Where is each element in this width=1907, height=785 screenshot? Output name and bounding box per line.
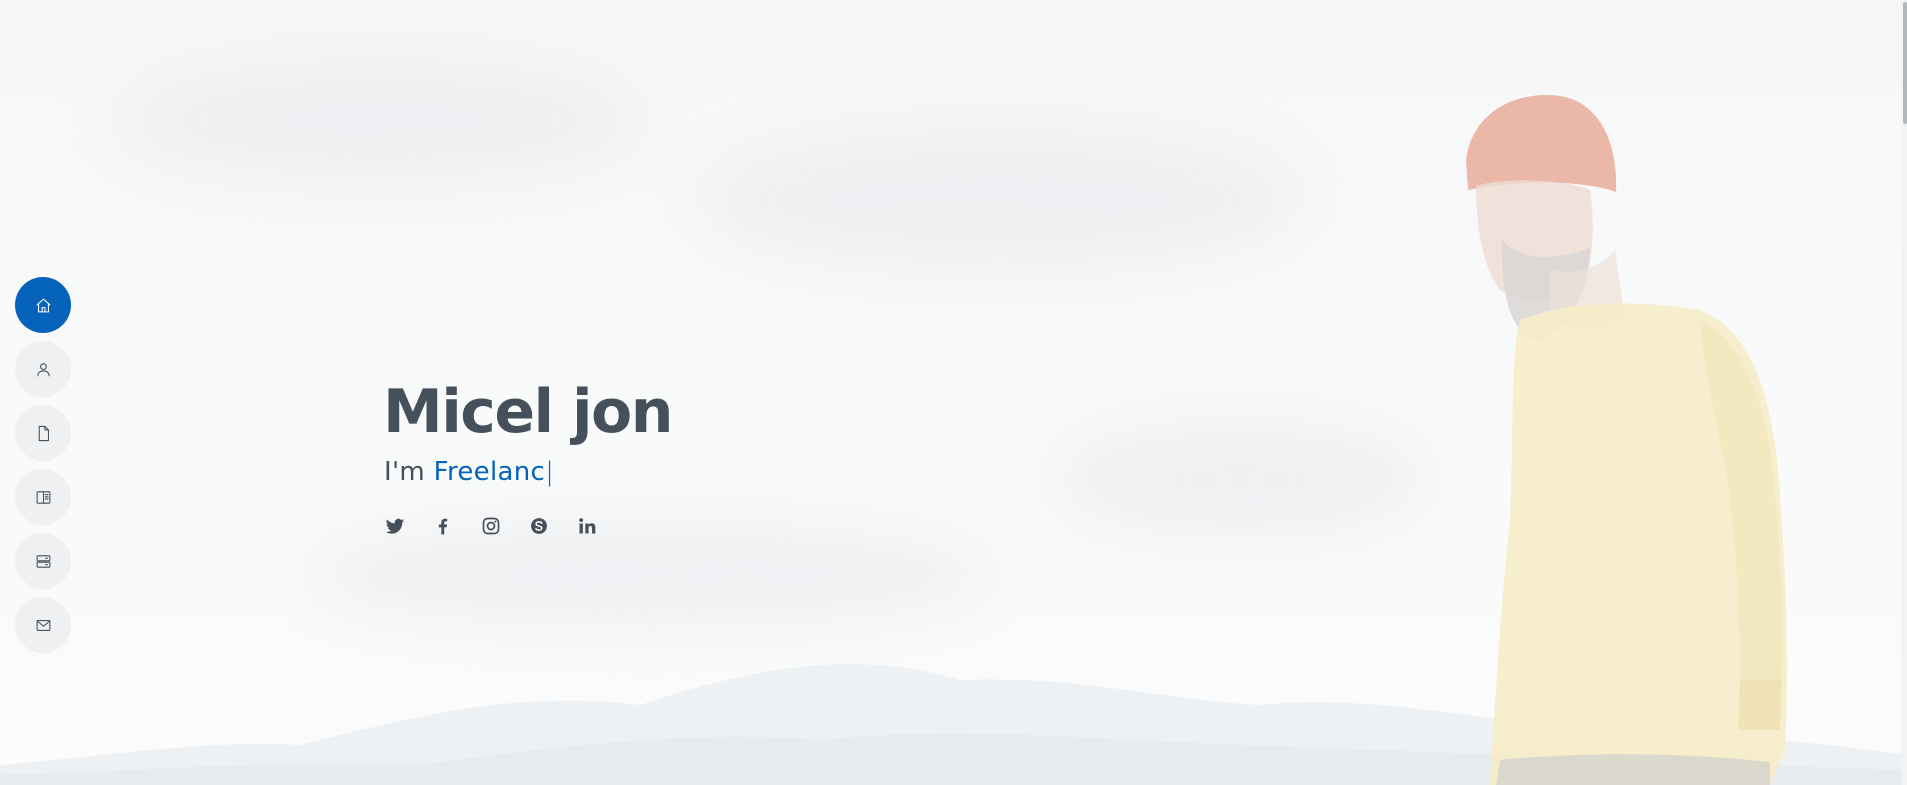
- typed-role-text: Freelanc: [433, 457, 546, 487]
- home-icon: [36, 298, 50, 312]
- facebook-link[interactable]: [431, 514, 455, 538]
- instagram-icon: [482, 517, 500, 535]
- hero-name: Micel jon: [383, 377, 674, 447]
- side-nav: [15, 277, 71, 661]
- nav-resume-button[interactable]: [15, 405, 71, 461]
- hero-content: Micel jon I'm Freelanc|: [383, 375, 674, 538]
- skype-icon: [531, 518, 547, 534]
- background-cloud: [1050, 420, 1430, 540]
- hero-tagline: I'm Freelanc|: [384, 455, 672, 489]
- user-icon: [36, 362, 50, 376]
- skype-link[interactable]: [527, 514, 551, 538]
- tagline-prefix: I'm: [384, 457, 434, 487]
- book-icon: [36, 490, 50, 504]
- background-cloud: [700, 130, 1300, 270]
- nav-services-button[interactable]: [15, 533, 71, 589]
- linkedin-link[interactable]: [575, 514, 599, 538]
- file-icon: [38, 425, 49, 441]
- nav-portfolio-button[interactable]: [15, 469, 71, 525]
- scrollbar-thumb[interactable]: [1903, 2, 1907, 124]
- page-scrollbar[interactable]: [1901, 0, 1907, 785]
- nav-contact-button[interactable]: [15, 597, 71, 653]
- background-person-image: [1466, 94, 1788, 785]
- envelope-icon: [36, 619, 50, 631]
- server-icon: [36, 554, 50, 568]
- twitter-link[interactable]: [383, 514, 407, 538]
- social-links: [383, 514, 672, 538]
- linkedin-icon: [579, 518, 596, 534]
- nav-about-button[interactable]: [15, 341, 71, 397]
- hero-section: Micel jon I'm Freelanc|: [0, 0, 1907, 785]
- typed-cursor: |: [545, 457, 555, 487]
- background-cloud: [120, 60, 640, 180]
- twitter-icon: [385, 518, 405, 534]
- facebook-icon: [438, 518, 448, 535]
- nav-home-button[interactable]: [15, 277, 71, 333]
- instagram-link[interactable]: [479, 514, 503, 538]
